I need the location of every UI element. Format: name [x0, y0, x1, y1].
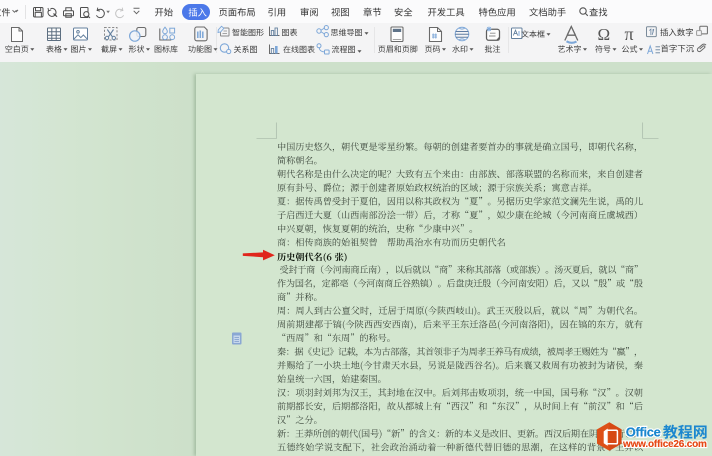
svg-text:π: π [625, 24, 634, 44]
svg-text:Office: Office [626, 424, 661, 439]
svg-text:Ω: Ω [598, 25, 611, 44]
svg-text:www.office26.com: www.office26.com [622, 439, 707, 450]
